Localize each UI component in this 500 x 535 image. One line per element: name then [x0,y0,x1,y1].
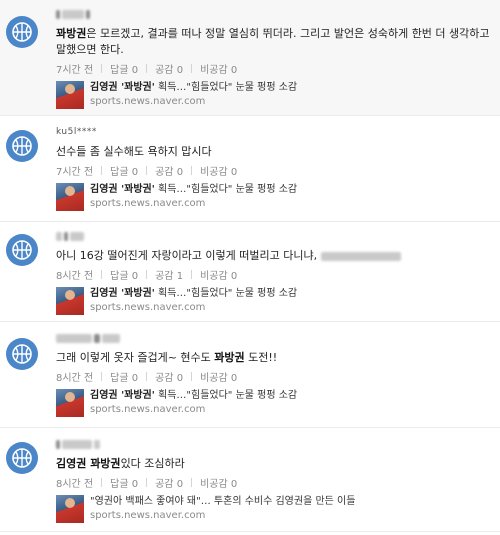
news-title-rest: "영권아 백패스 좋여야 돼"… 투혼의 수비수 김영권을 만든 이들 [90,496,356,507]
bold-keyword: 김영권 꽈방권 [56,457,121,470]
comment-item: 아니 16강 떨어진게 자랑이라고 이렇게 떠벌리고 다니냐, 8시간 전 답글… [0,222,500,322]
dislike-button[interactable]: 비공감 0 [200,475,237,490]
news-title-rest: 획득…"힘들었다" 눈물 펑펑 소감 [154,288,298,299]
nickname[interactable] [56,8,492,20]
news-title-bold: 김영권 '꽈방권' [90,390,155,401]
news-title: 김영권 '꽈방권' 획득…"힘들었다" 눈물 펑펑 소감 [90,183,297,197]
comment-meta: 8시간 전 답글 0 공감 0 비공감 0 [56,369,492,384]
comment-list: 꽈방권은 모르겠고, 결과를 떠나 정말 열심히 뛰더라. 그리고 발언은 성숙… [0,0,500,535]
like-button[interactable]: 공감 0 [155,475,183,490]
dislike-button[interactable]: 비공감 0 [200,369,237,384]
news-title-bold: 김영권 '꽈방권' [90,82,155,93]
comment-text-rest: 그래 이렇게 옷자 즐겁게~ 현수도 [56,351,215,364]
nickname[interactable]: ku5l**** [56,126,492,138]
nickname[interactable] [56,230,492,242]
bold-keyword: 꽈방권 [56,27,87,40]
reply-button[interactable]: 답글 0 [110,267,138,282]
nickname[interactable] [56,332,492,344]
dislike-button[interactable]: 비공감 0 [200,61,237,76]
news-link[interactable]: 김영권 '꽈방권' 획득…"힘들었다" 눈물 펑펑 소감 sports.news… [56,183,492,211]
news-title-bold: 김영권 '꽈방권' [90,184,155,195]
news-title-rest: 획득…"힘들었다" 눈물 펑펑 소감 [154,390,298,401]
news-link[interactable]: 김영권 '꽈방권' 획득…"힘들었다" 눈물 펑펑 소감 sports.news… [56,287,492,315]
news-title: 김영권 '꽈방권' 획득…"힘들었다" 눈물 펑펑 소감 [90,81,297,95]
basketball-icon[interactable] [6,16,38,48]
news-thumbnail[interactable] [56,495,84,523]
news-title-rest: 획득…"힘들었다" 눈물 펑펑 소감 [154,184,298,195]
basketball-icon[interactable] [6,442,38,474]
comment-meta: 7시간 전 답글 0 공감 0 비공감 0 [56,163,492,178]
comment-time: 7시간 전 [56,167,94,178]
like-button[interactable]: 공감 0 [155,61,183,76]
news-title: 김영권 '꽈방권' 획득…"힘들었다" 눈물 펑펑 소감 [90,287,297,301]
news-source: sports.news.naver.com [90,302,206,313]
comment-text-rest: 도전!! [244,351,278,364]
comment-text: 아니 16강 떨어진게 자랑이라고 이렇게 떠벌리고 다니냐, [56,248,492,264]
dislike-button[interactable]: 비공감 0 [200,267,237,282]
comment-meta: 8시간 전 답글 0 공감 1 비공감 0 [56,267,492,282]
comment-meta: 7시간 전 답글 0 공감 0 비공감 0 [56,61,492,76]
news-thumbnail[interactable] [56,287,84,315]
like-button[interactable]: 공감 0 [155,369,183,384]
news-source: sports.news.naver.com [90,96,206,107]
news-thumbnail[interactable] [56,81,84,109]
basketball-icon[interactable] [6,234,38,266]
comment-text: 꽈방권은 모르겠고, 결과를 떠나 정말 열심히 뛰더라. 그리고 발언은 성숙… [56,26,492,58]
news-title-rest: 획득…"힘들었다" 눈물 펑펑 소감 [154,82,298,93]
comment-time: 8시간 전 [56,271,94,282]
reply-button[interactable]: 답글 0 [110,61,138,76]
reply-button[interactable]: 답글 0 [110,369,138,384]
like-button[interactable]: 공감 1 [155,267,183,282]
news-source: sports.news.naver.com [90,404,206,415]
news-thumbnail[interactable] [56,389,84,417]
comment-meta: 8시간 전 답글 0 공감 0 비공감 0 [56,475,492,490]
comment-text: 선수들 좀 실수해도 욕하지 맙시다 [56,144,492,160]
news-link[interactable]: 김영권 '꽈방권' 획득…"힘들었다" 눈물 펑펑 소감 sports.news… [56,81,492,109]
reply-button[interactable]: 답글 0 [110,163,138,178]
comment-time: 8시간 전 [56,479,94,490]
news-thumbnail[interactable] [56,183,84,211]
news-title: "영권아 백패스 좋여야 돼"… 투혼의 수비수 김영권을 만든 이들 [90,495,355,509]
comment-text-rest: 있다 조심하라 [120,457,185,470]
news-source: sports.news.naver.com [90,510,206,521]
comment-item: ku5l**** 선수들 좀 실수해도 욕하지 맙시다 7시간 전 답글 0 공… [0,116,500,222]
comment-text: 김영권 꽈방권있다 조심하라 [56,456,492,472]
basketball-icon[interactable] [6,338,38,370]
reply-button[interactable]: 답글 0 [110,475,138,490]
news-link[interactable]: 김영권 '꽈방권' 획득…"힘들었다" 눈물 펑펑 소감 sports.news… [56,389,492,417]
comment-item: 그래 이렇게 옷자 즐겁게~ 현수도 꽈방권 도전!! 8시간 전 답글 0 공… [0,322,500,428]
nickname[interactable] [56,438,492,450]
comment-text: 그래 이렇게 옷자 즐겁게~ 현수도 꽈방권 도전!! [56,350,492,366]
nickname-text[interactable]: ku5l**** [56,127,97,137]
basketball-icon[interactable] [6,130,38,162]
comment-item: 김영권 꽈방권있다 조심하라 8시간 전 답글 0 공감 0 비공감 0 "영권… [0,428,500,532]
news-link[interactable]: "영권아 백패스 좋여야 돼"… 투혼의 수비수 김영권을 만든 이들 spor… [56,495,492,523]
comment-text-rest: 아니 16강 떨어진게 자랑이라고 이렇게 떠벌리고 다니냐, [56,249,318,262]
dislike-button[interactable]: 비공감 0 [200,163,237,178]
like-button[interactable]: 공감 0 [155,163,183,178]
comment-text-rest: 은 모르겠고, 결과를 떠나 정말 열심히 뛰더라. 그리고 발언은 성숙하게 … [56,27,490,56]
news-source: sports.news.naver.com [90,198,206,209]
news-title-bold: 김영권 '꽈방권' [90,288,155,299]
comment-time: 8시간 전 [56,373,94,384]
comment-text-rest: 선수들 좀 실수해도 욕하지 맙시다 [56,145,212,158]
bold-keyword: 꽈방권 [214,351,245,364]
comment-time: 7시간 전 [56,65,94,76]
news-title: 김영권 '꽈방권' 획득…"힘들었다" 눈물 펑펑 소감 [90,389,297,403]
comment-item: 꽈방권은 모르겠고, 결과를 떠나 정말 열심히 뛰더라. 그리고 발언은 성숙… [0,0,500,116]
